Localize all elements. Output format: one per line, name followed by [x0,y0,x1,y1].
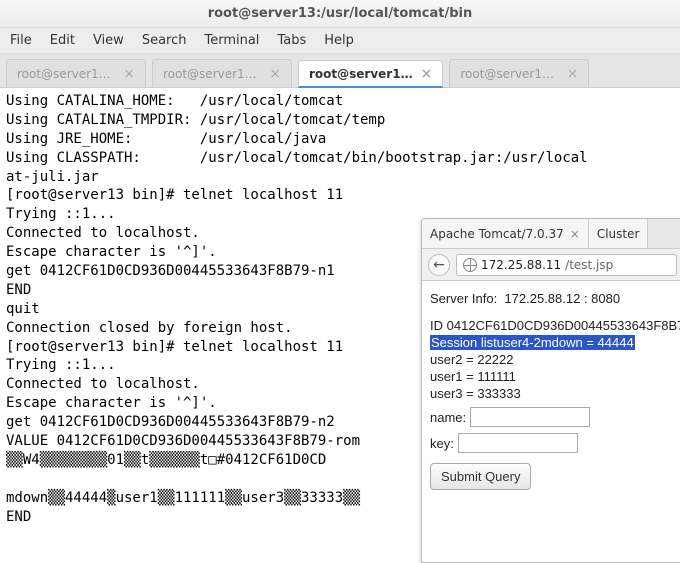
menu-file[interactable]: File [10,33,32,48]
window-title: root@server13:/usr/local/tomcat/bin [208,6,473,21]
tab-label: root@server1… [17,67,111,81]
close-icon[interactable]: × [123,67,135,81]
tab-label: root@server1… [309,67,413,81]
browser-tabbar: Apache Tomcat/7.0.37 × Cluster [422,219,680,249]
terminal-tab-3[interactable]: root@server1… × [298,60,443,88]
close-icon[interactable]: × [421,67,433,81]
selected-text: Session listuser4-2mdown = 44444 [430,335,635,350]
session-entry: user1 = 111111 [430,369,675,384]
browser-window: Apache Tomcat/7.0.37 × Cluster ← 172.25.… [421,218,680,563]
back-button[interactable]: ← [428,254,450,276]
menu-edit[interactable]: Edit [50,33,75,48]
browser-tab-1[interactable]: Apache Tomcat/7.0.37 × [422,219,589,248]
menu-terminal[interactable]: Terminal [204,33,259,48]
url-path: /test.jsp [565,258,613,272]
server-info: Server Info: 172.25.88.12 : 8080 [430,291,675,306]
submit-button[interactable]: Submit Query [430,463,531,490]
name-label: name: [430,410,466,425]
browser-tab-2[interactable]: Cluster [589,219,649,248]
menu-help[interactable]: Help [324,33,354,48]
page-content: Server Info: 172.25.88.12 : 8080 ID 0412… [422,281,680,498]
terminal-tab-4[interactable]: root@server1… × [449,59,589,87]
menu-tabs[interactable]: Tabs [277,33,306,48]
session-entry: user3 = 333333 [430,386,675,401]
key-input[interactable] [458,433,578,453]
name-input[interactable] [470,407,590,427]
url-input[interactable]: 172.25.88.11/test.jsp [456,254,677,276]
browser-tab-label: Apache Tomcat/7.0.37 [430,227,564,241]
tab-label: root@server1… [163,67,257,81]
menu-view[interactable]: View [93,33,124,48]
name-field-row: name: [430,407,675,427]
terminal-tabbar: root@server1… × root@server1… × root@ser… [0,54,680,88]
session-entry: user2 = 22222 [430,352,675,367]
key-field-row: key: [430,433,675,453]
browser-tab-label: Cluster [597,227,640,241]
menu-search[interactable]: Search [142,33,187,48]
session-id: ID 0412CF61D0CD936D00445533643F8B79 [430,318,675,333]
close-icon[interactable]: × [567,67,579,81]
close-icon[interactable]: × [269,67,281,81]
key-label: key: [430,436,454,451]
menubar: File Edit View Search Terminal Tabs Help [0,28,680,54]
terminal-tab-1[interactable]: root@server1… × [6,59,146,87]
arrow-left-icon: ← [433,257,445,273]
browser-toolbar: ← 172.25.88.11/test.jsp [422,249,680,281]
window-titlebar: root@server13:/usr/local/tomcat/bin [0,0,680,28]
globe-icon [463,258,477,272]
terminal-tab-2[interactable]: root@server1… × [152,59,292,87]
url-host: 172.25.88.11 [481,258,561,272]
session-list-row: Session listuser4-2mdown = 44444 [430,335,675,350]
tab-label: root@server1… [460,67,554,81]
close-icon[interactable]: × [570,227,580,241]
